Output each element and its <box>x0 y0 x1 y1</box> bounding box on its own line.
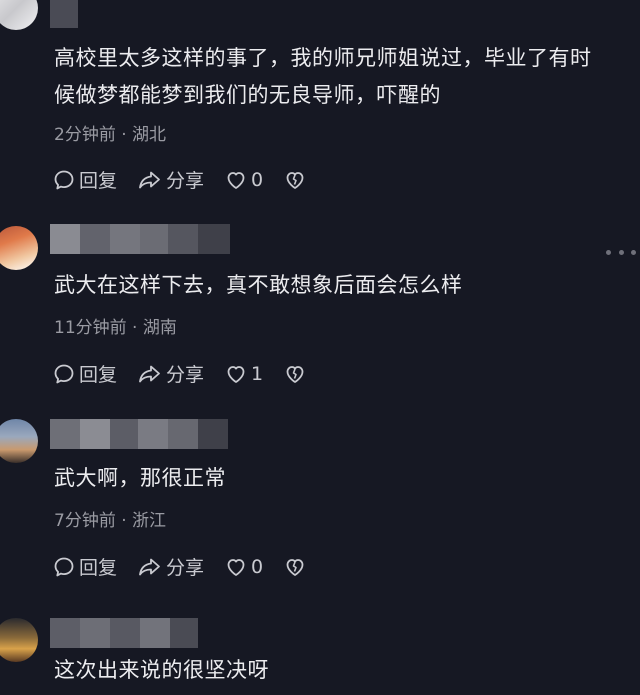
comment-list: 高校里太多这样的事了，我的师兄师姐说过，毕业了有时 候做梦都能梦到我们的无良导师… <box>0 0 640 695</box>
broken-heart-icon <box>286 171 304 189</box>
share-label: 分享 <box>166 557 205 579</box>
comment-text-line: 这次出来说的很坚决呀 <box>54 658 269 682</box>
share-arrow-icon <box>139 171 160 188</box>
avatar[interactable] <box>0 419 38 463</box>
comment-text-line: 武大在这样下去，真不敢想象后面会怎么样 <box>54 273 463 297</box>
like-button[interactable]: 0 <box>224 168 263 192</box>
like-count: 0 <box>251 168 264 191</box>
reply-button[interactable]: 回复 <box>52 553 117 580</box>
like-button[interactable]: 1 <box>224 362 263 386</box>
comment-text: 武大啊，那很正常 <box>54 460 226 497</box>
share-arrow-icon <box>139 365 160 382</box>
avatar[interactable] <box>0 226 38 270</box>
like-button[interactable]: 0 <box>224 555 263 579</box>
reply-button[interactable]: 回复 <box>52 360 117 387</box>
comment-bubble-icon <box>54 170 74 189</box>
reply-label: 回复 <box>79 364 118 386</box>
reply-label: 回复 <box>79 557 118 579</box>
username-blurred[interactable] <box>50 224 230 254</box>
comment-text: 高校里太多这样的事了，我的师兄师姐说过，毕业了有时 候做梦都能梦到我们的无良导师… <box>54 40 592 114</box>
like-count: 0 <box>251 555 264 578</box>
dislike-button[interactable] <box>283 362 307 386</box>
reply-label: 回复 <box>79 170 118 192</box>
comment-meta: 2分钟前 · 湖北 <box>54 125 167 145</box>
share-label: 分享 <box>166 170 205 192</box>
broken-heart-icon <box>286 558 304 576</box>
share-button[interactable]: 分享 <box>137 553 204 580</box>
dislike-button[interactable] <box>283 168 307 192</box>
avatar[interactable] <box>0 618 38 662</box>
reply-button[interactable]: 回复 <box>52 166 117 193</box>
username-blurred[interactable] <box>50 618 198 648</box>
comment-text-line: 武大啊，那很正常 <box>54 466 226 490</box>
more-dots-icon[interactable] <box>606 248 636 256</box>
dislike-button[interactable] <box>283 555 307 579</box>
share-label: 分享 <box>166 364 205 386</box>
comment-text: 这次出来说的很坚决呀 <box>54 652 269 689</box>
like-count: 1 <box>251 362 264 385</box>
share-arrow-icon <box>139 558 160 575</box>
share-button[interactable]: 分享 <box>137 166 204 193</box>
comment-meta: 7分钟前 · 浙江 <box>54 511 167 531</box>
heart-icon <box>227 558 245 576</box>
comment-actions: 回复 分享 0 <box>52 553 327 580</box>
comment-actions: 回复 分享 1 <box>52 360 327 387</box>
comment-text-line: 候做梦都能梦到我们的无良导师，吓醒的 <box>54 83 441 107</box>
heart-icon <box>227 365 245 383</box>
avatar[interactable] <box>0 0 38 30</box>
username-blurred[interactable] <box>50 419 228 449</box>
comment-bubble-icon <box>54 364 74 383</box>
heart-icon <box>227 171 245 189</box>
comment-actions: 回复 分享 0 <box>52 166 327 193</box>
comment-text: 武大在这样下去，真不敢想象后面会怎么样 <box>54 267 463 304</box>
comment-meta: 11分钟前 · 湖南 <box>54 318 177 338</box>
share-button[interactable]: 分享 <box>137 360 204 387</box>
username-blurred[interactable] <box>50 0 78 28</box>
comment-text-line: 高校里太多这样的事了，我的师兄师姐说过，毕业了有时 <box>54 46 592 70</box>
comment-bubble-icon <box>54 557 74 576</box>
broken-heart-icon <box>286 365 304 383</box>
